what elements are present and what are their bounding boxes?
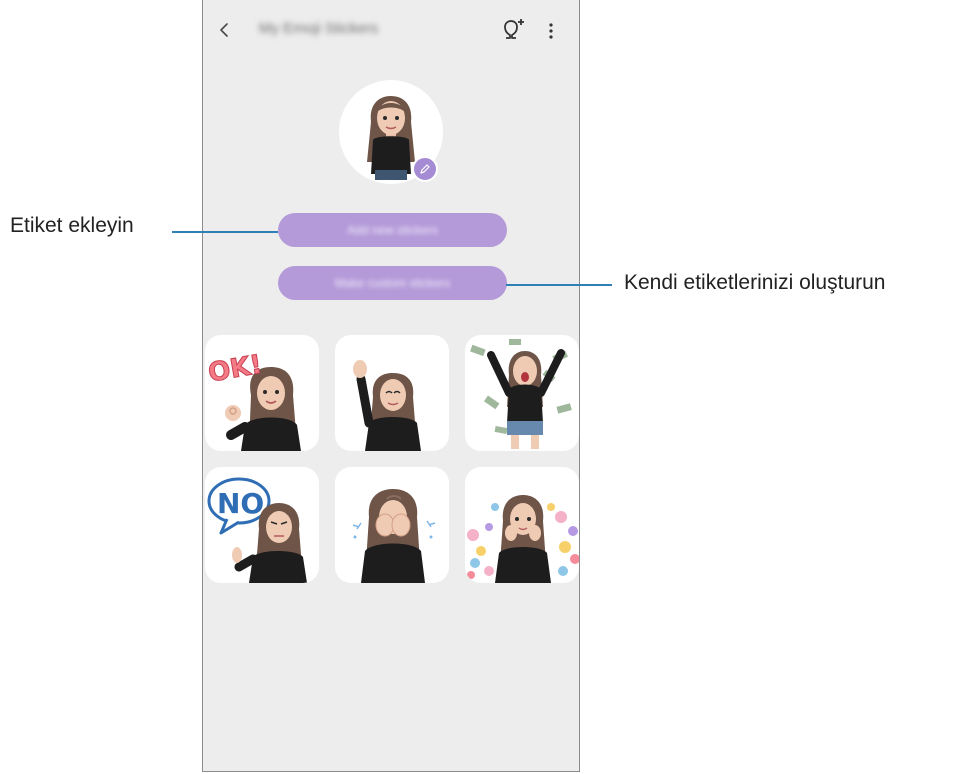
back-button[interactable]	[213, 16, 237, 44]
add-emoji-button[interactable]	[497, 14, 529, 46]
ok-sticker[interactable]: OK!	[205, 335, 319, 451]
callout-make-custom: Kendi etiketlerinizi oluşturun	[624, 271, 886, 294]
no-sticker-text: NO	[217, 487, 264, 520]
money-rain-sticker[interactable]	[465, 335, 579, 451]
page-title: My Emoji Stickers	[259, 20, 379, 37]
phone-screen: My Emoji Stickers Add new stickers Make …	[202, 0, 580, 772]
money-rain-sticker-image	[470, 339, 572, 449]
wave-sticker-image	[353, 360, 421, 451]
callout-line-right	[506, 284, 612, 286]
edit-avatar-button[interactable]	[412, 156, 438, 182]
wave-sticker[interactable]	[335, 335, 449, 451]
more-options-button[interactable]	[543, 16, 559, 44]
no-sticker[interactable]: NO	[205, 467, 319, 583]
pencil-icon	[420, 164, 430, 174]
no-sticker-image: NO	[207, 477, 307, 583]
chevron-left-icon	[220, 23, 228, 37]
cry-sticker[interactable]	[335, 467, 449, 583]
make-custom-stickers-label: Make custom stickers	[334, 276, 451, 290]
add-stickers-label: Add new stickers	[347, 223, 438, 237]
callout-line-left	[172, 231, 278, 233]
add-stickers-button[interactable]: Add new stickers	[278, 213, 507, 247]
more-vertical-icon	[549, 23, 553, 39]
add-emoji-icon	[504, 19, 524, 39]
hearts-sticker-image	[467, 495, 579, 583]
ok-sticker-image: OK!	[205, 349, 301, 451]
hearts-sticker[interactable]	[465, 467, 579, 583]
cry-sticker-image	[352, 489, 436, 583]
app-bar: My Emoji Stickers	[203, 0, 579, 60]
make-custom-stickers-button[interactable]: Make custom stickers	[278, 266, 507, 300]
callout-add-stickers: Etiket ekleyin	[10, 214, 134, 237]
